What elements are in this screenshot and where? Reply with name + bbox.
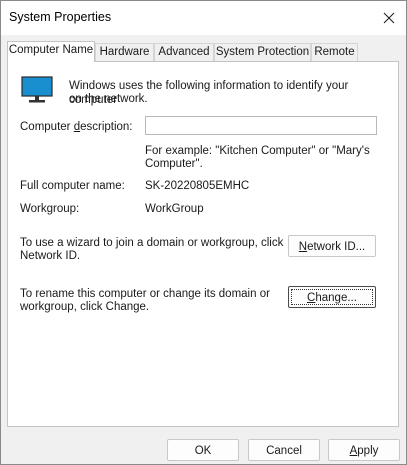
change-button[interactable]: Change... bbox=[288, 286, 376, 308]
ok-button[interactable]: OK bbox=[167, 439, 239, 461]
full-computer-name-value: SK-20220805EMHC bbox=[145, 180, 250, 192]
cancel-button[interactable]: Cancel bbox=[248, 439, 320, 461]
network-id-button[interactable]: Network ID... bbox=[288, 235, 376, 257]
workgroup-label: Workgroup: bbox=[20, 203, 80, 215]
tab-advanced[interactable]: Advanced bbox=[154, 43, 214, 61]
tab-system-protection[interactable]: System Protection bbox=[214, 43, 311, 61]
wizard-text-line-2: Network ID. bbox=[20, 250, 81, 262]
tab-computer-name[interactable]: Computer Name bbox=[7, 41, 95, 62]
tab-remote[interactable]: Remote bbox=[311, 43, 358, 61]
description-example-line-1: For example: "Kitchen Computer" or "Mary… bbox=[145, 145, 370, 157]
close-icon bbox=[383, 12, 395, 24]
intro-text-line-2: on the network. bbox=[69, 93, 148, 105]
window-title: System Properties bbox=[9, 10, 112, 24]
description-example-line-2: Computer". bbox=[145, 158, 203, 170]
rename-text-line-2: workgroup, click Change. bbox=[20, 301, 150, 313]
close-button[interactable] bbox=[372, 1, 406, 35]
title-bar: System Properties bbox=[1, 1, 406, 35]
system-properties-window: System Properties Computer Name Hardware… bbox=[0, 0, 407, 465]
apply-button[interactable]: Apply bbox=[328, 439, 400, 461]
computer-name-panel: Windows uses the following information t… bbox=[7, 61, 399, 427]
workgroup-value: WorkGroup bbox=[145, 203, 204, 215]
tab-hardware[interactable]: Hardware bbox=[95, 43, 154, 61]
rename-text-line-1: To rename this computer or change its do… bbox=[20, 288, 270, 300]
full-computer-name-label: Full computer name: bbox=[20, 180, 125, 192]
monitor-icon bbox=[21, 76, 53, 103]
wizard-text-line-1: To use a wizard to join a domain or work… bbox=[20, 237, 284, 249]
computer-description-label: Computer description: bbox=[20, 121, 133, 133]
computer-description-input[interactable] bbox=[145, 116, 377, 135]
